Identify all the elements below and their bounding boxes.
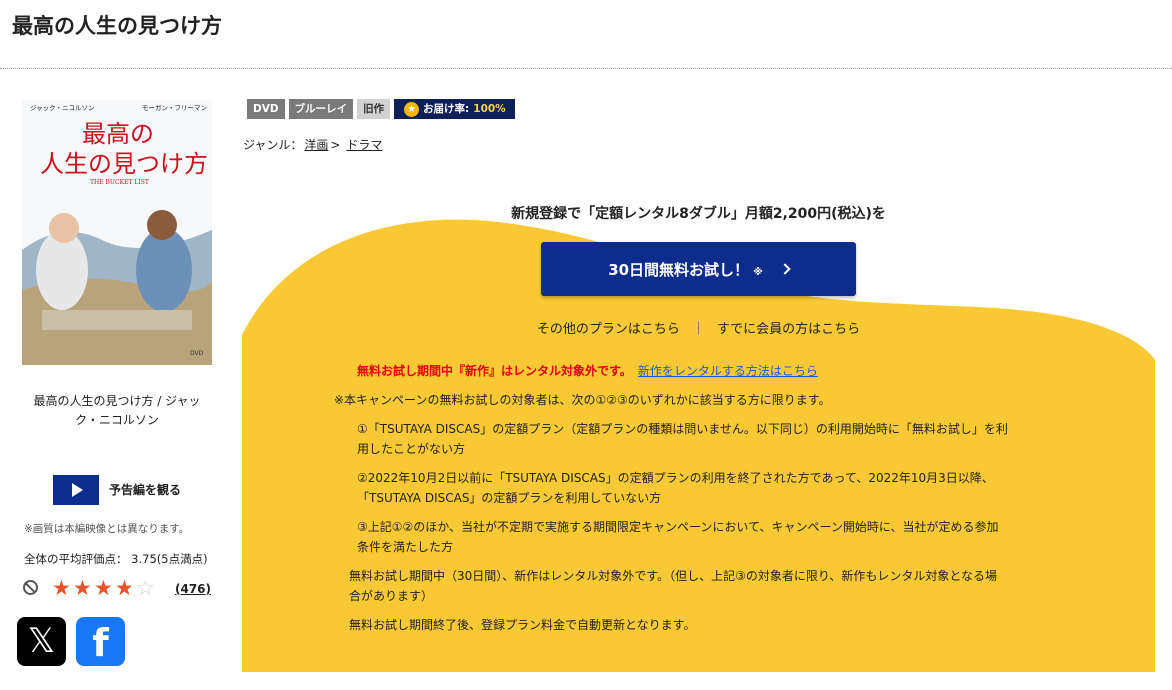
auto-renew-note: 無料お試し期間終了後、登録プラン料金で自動更新となります。 bbox=[349, 618, 696, 632]
trial-note-line2: 合があります） bbox=[349, 589, 434, 603]
new-release-warning: 無料お試し期間中『新作』はレンタル対象外です。 新作をレンタルする方法はこちら bbox=[357, 362, 818, 379]
condition-2-line1: ②2022年10月2日以前に「TSUTAYA DISCAS」の定額プランの利用を… bbox=[357, 471, 994, 485]
campaign-note-intro: ※本キャンペーンの無料お試しの対象者は、次の①②③のいずれかに該当する方に限りま… bbox=[334, 393, 831, 407]
promo-background bbox=[242, 219, 1155, 672]
plan-links: その他のプランはこちら ｜ すでに会員の方はこちら bbox=[242, 318, 1155, 337]
other-plans-link[interactable]: その他のプランはこちら bbox=[537, 322, 680, 337]
free-trial-button[interactable]: 30日間無料お試し！ ※ bbox=[541, 242, 856, 296]
free-trial-label: 30日間無料お試し！ bbox=[608, 260, 750, 279]
promo-headline: 新規登録で「定額レンタル8ダブル」月額2,200円(税込)を bbox=[511, 206, 886, 222]
condition-3-line2: 条件を満たした方 bbox=[357, 540, 454, 554]
condition-3-line1: ③上記①②のほか、当社が不定期で実施する期間限定キャンペーンにおいて、キャンペー… bbox=[357, 520, 999, 534]
warning-text: 無料お試し期間中『新作』はレンタル対象外です。 bbox=[357, 364, 632, 378]
condition-2-line2: 「TSUTAYA DISCAS」の定額プランを利用していない方 bbox=[357, 491, 662, 505]
plan-links-separator: ｜ bbox=[691, 322, 705, 337]
member-login-link[interactable]: すでに会員の方はこちら bbox=[717, 322, 860, 337]
new-release-rental-link[interactable]: 新作をレンタルする方法はこちら bbox=[638, 364, 818, 378]
chevron-right-icon bbox=[779, 263, 791, 275]
condition-1-line2: 用したことがない方 bbox=[357, 442, 466, 456]
trial-note-line1: 無料お試し期間中（30日間）、新作はレンタル対象外です。（但し、上記③の対象者に… bbox=[349, 569, 997, 583]
free-trial-mark: ※ bbox=[753, 266, 763, 278]
condition-1-line1: ①「TSUTAYA DISCAS」の定額プラン（定額プランの種類は問いません。以… bbox=[357, 422, 1008, 436]
